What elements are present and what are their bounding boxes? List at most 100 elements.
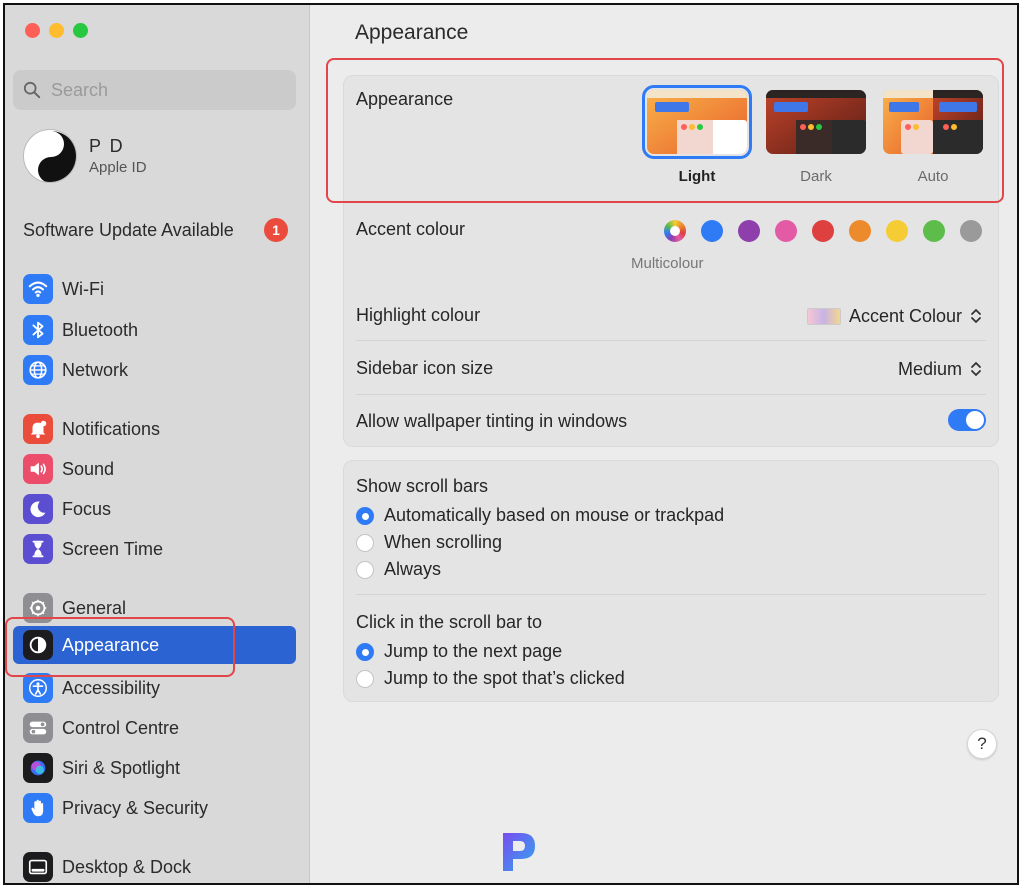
avatar	[23, 129, 77, 183]
search-icon	[23, 81, 41, 99]
accent-purple-swatch[interactable]	[738, 220, 760, 242]
chevron-updown-icon	[971, 309, 981, 323]
bluetooth-icon	[23, 315, 53, 345]
sidebar-item-focus[interactable]: Focus	[13, 490, 296, 528]
sidebar-item-label: Wi-Fi	[62, 278, 104, 299]
sidebar-item-label: Bluetooth	[62, 319, 139, 340]
sidebar-item-siri-spotlight[interactable]: Siri & Spotlight	[13, 749, 296, 787]
accent-colour-label: Accent colour	[356, 219, 466, 239]
scroll-bars-when-scrolling-option[interactable]: When scrolling	[356, 532, 502, 553]
scroll-bar-settings-panel: Show scroll bars Automatically based on …	[343, 460, 999, 702]
sidebar-item-control-centre[interactable]: Control Centre	[13, 709, 296, 747]
page-title: Appearance	[355, 21, 469, 44]
accent-green-swatch[interactable]	[923, 220, 945, 242]
highlight-colour-label: Highlight colour	[356, 305, 481, 325]
profile-subtitle: Apple ID	[89, 159, 147, 176]
accent-selected-caption: Multicolour	[631, 255, 704, 272]
minimize-window-button[interactable]	[49, 23, 64, 38]
sidebar-item-label: Siri & Spotlight	[62, 757, 181, 778]
dock-icon	[23, 852, 53, 882]
show-scroll-bars-label: Show scroll bars	[356, 476, 489, 496]
appearance-light-option[interactable]	[642, 85, 752, 159]
toggles-icon	[23, 713, 53, 743]
sidebar-item-screen-time[interactable]: Screen Time	[13, 530, 296, 568]
radio-button[interactable]	[356, 669, 374, 688]
highlight-colour-value: Accent Colour	[848, 305, 962, 326]
gear-icon	[23, 593, 53, 623]
zoom-window-button[interactable]	[73, 23, 88, 38]
sidebar-item-label: Notifications	[62, 418, 161, 439]
close-window-button[interactable]	[25, 23, 40, 38]
apple-id-profile[interactable]: P D Apple ID	[23, 129, 147, 183]
sidebar-item-privacy-security[interactable]: Privacy & Security	[13, 789, 296, 827]
yin-yang-icon	[25, 131, 76, 182]
update-count-badge: 1	[264, 218, 288, 242]
radio-button[interactable]	[356, 560, 374, 579]
help-button[interactable]: ?	[967, 729, 997, 759]
search-field[interactable]	[13, 70, 296, 110]
sidebar-item-label: Network	[62, 359, 129, 380]
sidebar-item-general[interactable]: General	[13, 589, 296, 627]
highlight-colour-select[interactable]: Accent Colour	[806, 305, 984, 327]
radio-label: Always	[384, 559, 442, 579]
sidebar-item-notifications[interactable]: Notifications	[13, 410, 296, 448]
jump-next-page-option[interactable]: Jump to the next page	[356, 641, 562, 662]
accent-yellow-swatch[interactable]	[886, 220, 908, 242]
sidebar-item-network[interactable]: Network	[13, 351, 296, 389]
sidebar-icon-size-value: Medium	[897, 358, 962, 379]
appearance-settings-panel: Appearance Light Dark Auto Accent colour…	[343, 75, 999, 447]
sidebar-item-label: Focus	[62, 498, 112, 519]
sidebar-icon-size-select[interactable]: Medium	[898, 358, 984, 380]
dark-mode-preview-icon	[766, 90, 866, 154]
system-settings-window: P D Apple ID Software Update Available 1…	[3, 3, 1019, 885]
auto-mode-preview-icon	[883, 90, 983, 154]
watermark-logo	[503, 833, 535, 871]
accessibility-icon	[23, 673, 53, 703]
scroll-bars-always-option[interactable]: Always	[356, 559, 441, 580]
accent-red-swatch[interactable]	[812, 220, 834, 242]
sidebar-item-desktop-dock[interactable]: Desktop & Dock	[13, 848, 296, 883]
accent-multicolour-swatch[interactable]	[664, 220, 686, 242]
appearance-auto-option[interactable]	[883, 90, 983, 154]
hourglass-icon	[23, 534, 53, 564]
scroll-bars-automatic-option[interactable]: Automatically based on mouse or trackpad	[356, 505, 724, 526]
sidebar-item-label: Accessibility	[62, 677, 161, 698]
accent-orange-swatch[interactable]	[849, 220, 871, 242]
dark-option-label: Dark	[800, 168, 832, 185]
siri-icon	[23, 753, 53, 783]
profile-name: P D	[89, 136, 125, 156]
hand-icon	[23, 793, 53, 823]
wallpaper-tinting-toggle[interactable]	[948, 409, 986, 431]
radio-button[interactable]	[356, 533, 374, 552]
sidebar-item-appearance[interactable]: Appearance	[13, 626, 296, 664]
accent-graphite-swatch[interactable]	[960, 220, 982, 242]
light-option-label: Light	[678, 168, 716, 185]
software-update-label: Software Update Available	[23, 219, 234, 240]
click-scroll-bar-label: Click in the scroll bar to	[356, 612, 543, 632]
accent-pink-swatch[interactable]	[775, 220, 797, 242]
radio-button[interactable]	[356, 642, 374, 661]
sidebar-item-sound[interactable]: Sound	[13, 450, 296, 488]
sidebar-item-label: Desktop & Dock	[62, 856, 192, 877]
divider	[356, 394, 986, 395]
sidebar-item-wifi[interactable]: Wi-Fi	[13, 270, 296, 308]
sidebar-item-bluetooth[interactable]: Bluetooth	[13, 311, 296, 349]
appearance-label: Appearance	[356, 89, 454, 109]
software-update-item[interactable]: Software Update Available 1	[23, 218, 288, 242]
sidebar-item-label: General	[62, 597, 127, 618]
jump-spot-clicked-option[interactable]: Jump to the spot that’s clicked	[356, 668, 625, 689]
accent-blue-swatch[interactable]	[701, 220, 723, 242]
search-input[interactable]	[51, 79, 281, 101]
sidebar-item-accessibility[interactable]: Accessibility	[13, 669, 296, 707]
sidebar: P D Apple ID Software Update Available 1…	[5, 5, 310, 883]
wifi-icon	[23, 274, 53, 304]
divider	[356, 340, 986, 341]
sidebar-item-label: Sound	[62, 458, 115, 479]
speaker-icon	[23, 454, 53, 484]
radio-button[interactable]	[356, 506, 374, 525]
appearance-dark-option[interactable]	[766, 90, 866, 154]
radio-label: When scrolling	[384, 532, 503, 552]
moon-icon	[23, 494, 53, 524]
sidebar-item-label: Screen Time	[62, 538, 164, 559]
wallpaper-tinting-label: Allow wallpaper tinting in windows	[356, 411, 628, 431]
